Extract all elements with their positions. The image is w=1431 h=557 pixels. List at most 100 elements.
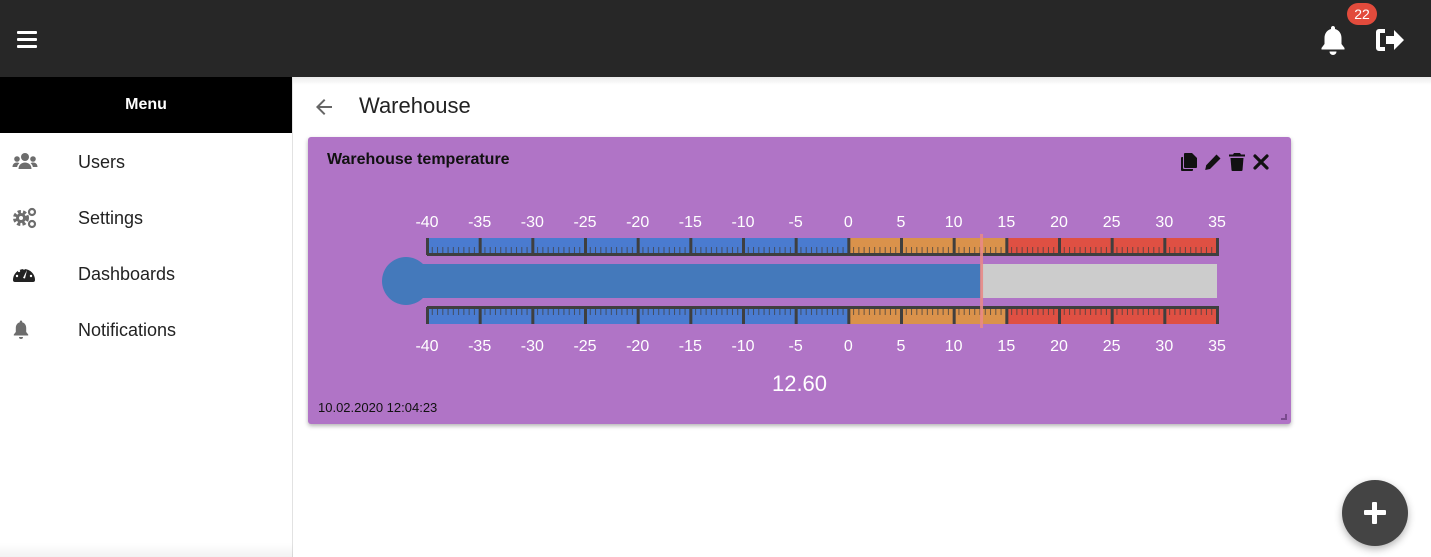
minor-tick <box>537 308 539 315</box>
minor-tick <box>1153 308 1155 315</box>
minor-tick <box>547 308 549 315</box>
minor-tick <box>468 308 470 315</box>
major-tick <box>689 238 693 255</box>
minor-tick <box>442 308 444 315</box>
minor-tick <box>1026 247 1028 254</box>
minor-tick <box>552 247 554 254</box>
minor-tick <box>784 247 786 254</box>
minor-tick <box>521 308 523 315</box>
minor-tick <box>705 308 707 315</box>
minor-tick <box>863 247 865 254</box>
minor-tick <box>990 247 992 254</box>
minor-tick <box>758 247 760 254</box>
sidebar-item-users[interactable]: Users <box>0 133 292 189</box>
upper-tick-label: 20 <box>1050 214 1068 231</box>
minor-tick <box>990 308 992 315</box>
bell-icon <box>12 319 38 341</box>
minor-tick <box>958 308 960 315</box>
minor-tick <box>516 308 518 315</box>
minor-tick <box>505 247 507 254</box>
sidebar-item-notifications[interactable]: Notifications <box>0 301 292 357</box>
minor-tick <box>1174 247 1176 254</box>
hamburger-icon[interactable] <box>17 31 37 49</box>
minor-tick <box>1032 247 1034 254</box>
sidebar-item-settings[interactable]: Settings <box>0 189 292 245</box>
minor-tick <box>1195 308 1197 315</box>
minor-tick <box>911 247 913 254</box>
lower-tick-label: 0 <box>844 338 853 355</box>
back-button[interactable] <box>312 95 336 119</box>
minor-tick <box>1148 308 1150 315</box>
minor-tick <box>1142 247 1144 254</box>
minor-tick <box>932 308 934 315</box>
major-tick <box>900 307 903 324</box>
minor-tick <box>1137 247 1139 254</box>
major-tick <box>1110 307 1114 324</box>
minor-tick <box>447 308 449 315</box>
minor-tick <box>810 247 812 254</box>
minor-tick <box>710 247 712 254</box>
minor-tick <box>505 308 507 315</box>
minor-tick <box>626 247 628 254</box>
minor-tick <box>710 308 712 315</box>
add-widget-button[interactable] <box>1342 480 1408 546</box>
minor-tick <box>437 247 439 254</box>
minor-tick <box>974 247 976 254</box>
minor-tick <box>700 308 702 315</box>
minor-tick <box>737 308 739 315</box>
minor-tick <box>1000 247 1002 254</box>
upper-tick-label: 10 <box>945 214 963 231</box>
minor-tick <box>500 247 502 254</box>
minor-tick <box>468 247 470 254</box>
logout-button[interactable] <box>1374 26 1406 54</box>
minor-tick <box>458 247 460 254</box>
minor-tick <box>684 308 686 315</box>
minor-tick <box>879 308 881 315</box>
minor-tick <box>573 308 575 315</box>
upper-tick-label: -20 <box>626 214 649 231</box>
minor-tick <box>921 247 923 254</box>
minor-tick <box>1158 247 1160 254</box>
minor-tick <box>1053 308 1055 315</box>
upper-tick-label: -15 <box>679 214 702 231</box>
minor-tick <box>558 308 560 315</box>
tachometer-icon <box>12 263 38 285</box>
temperature-widget: Warehouse temperature -40 -40 -35 -35 -30 -30… <box>308 137 1291 424</box>
upper-tick-label: -25 <box>573 214 596 231</box>
minor-tick <box>1184 308 1186 315</box>
sidebar-item-dashboards[interactable]: Dashboards <box>0 245 292 301</box>
minor-tick <box>579 247 581 254</box>
minor-tick <box>1053 247 1055 254</box>
minor-tick <box>868 308 870 315</box>
plus-icon-stroke <box>1372 502 1377 524</box>
minor-tick <box>858 308 860 315</box>
upper-tick-label: -30 <box>521 214 544 231</box>
minor-tick <box>1211 247 1213 254</box>
minor-tick <box>542 308 544 315</box>
notifications-button[interactable] <box>1318 24 1348 56</box>
minor-tick <box>1069 247 1071 254</box>
minor-tick <box>826 308 828 315</box>
page-title: Warehouse <box>359 93 471 118</box>
resize-handle[interactable] <box>1281 414 1287 420</box>
major-tick <box>426 238 429 255</box>
minor-tick <box>905 247 907 254</box>
minor-tick <box>768 308 770 315</box>
minor-tick <box>895 308 897 315</box>
value-marker <box>980 234 984 328</box>
upper-tick-label: 0 <box>844 214 853 231</box>
top-app-bar: 22 <box>0 0 1431 77</box>
minor-tick <box>832 247 834 254</box>
minor-tick <box>868 247 870 254</box>
major-tick <box>1216 307 1219 324</box>
minor-tick <box>1090 308 1092 315</box>
minor-tick <box>842 247 844 254</box>
minor-tick <box>1084 308 1086 315</box>
minor-tick <box>431 247 433 254</box>
minor-tick <box>1032 308 1034 315</box>
minor-tick <box>473 247 475 254</box>
lower-tick-label: -20 <box>626 338 649 355</box>
major-tick <box>794 238 798 255</box>
minor-tick <box>763 247 765 254</box>
major-tick <box>689 307 693 324</box>
